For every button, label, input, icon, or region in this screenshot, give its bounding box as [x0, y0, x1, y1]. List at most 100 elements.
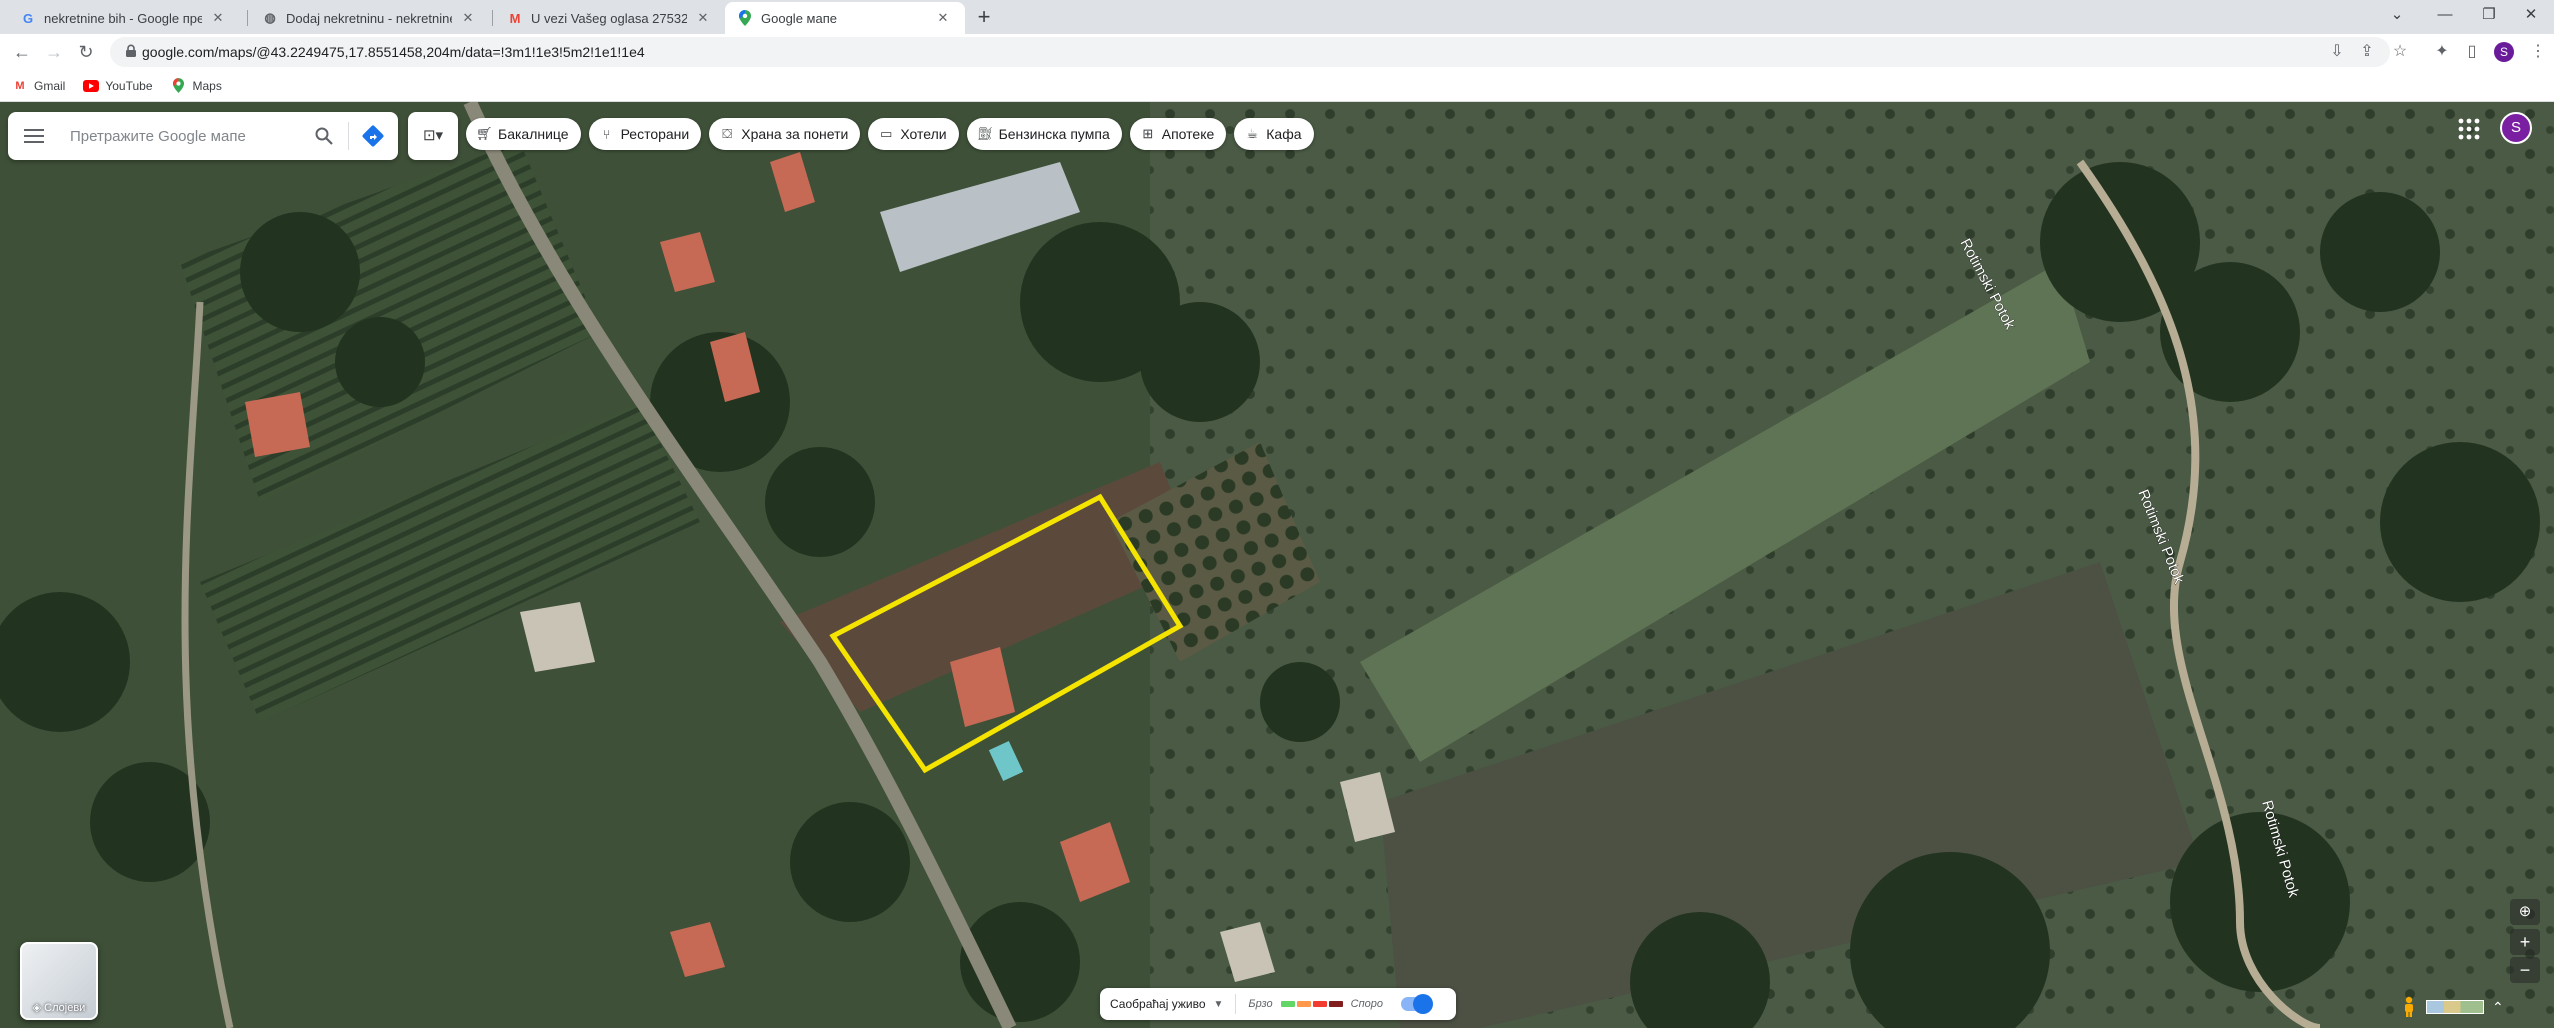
- chip-coffee[interactable]: ☕︎ Кафа: [1234, 118, 1314, 150]
- chip-label: Кафа: [1266, 126, 1302, 142]
- traffic-color-scale: [1280, 1001, 1343, 1007]
- restore-button[interactable]: ❐: [2466, 0, 2512, 34]
- maps-search-box: [8, 112, 398, 160]
- zoom-out-button[interactable]: −: [2510, 957, 2540, 983]
- install-app-icon[interactable]: ⇩: [2325, 40, 2349, 64]
- bookmark-maps[interactable]: Maps: [171, 78, 222, 94]
- chip-groceries[interactable]: 🛒︎ Бакалнице: [466, 118, 581, 150]
- profile-avatar[interactable]: S: [2494, 42, 2514, 62]
- gmail-icon: M: [15, 79, 25, 92]
- new-tab-button[interactable]: +: [970, 4, 998, 32]
- hamburger-menu-icon[interactable]: [24, 126, 44, 146]
- traffic-legend: Саобраћај уживо ▼ Брзо Споро: [1100, 988, 1456, 1020]
- pegman-icon[interactable]: [2400, 996, 2418, 1018]
- my-location-button[interactable]: ⊕: [2510, 899, 2540, 925]
- chip-label: Хотели: [900, 126, 947, 142]
- minimize-button[interactable]: —: [2422, 0, 2468, 34]
- tab-divider: [492, 10, 493, 26]
- address-url: google.com/maps/@43.2249475,17.8551458,2…: [142, 44, 645, 60]
- address-bar[interactable]: google.com/maps/@43.2249475,17.8551458,2…: [110, 37, 2390, 67]
- layers-toggle-tile[interactable]: ◈ Слојеви: [20, 942, 98, 1020]
- traffic-label[interactable]: Саобраћај уживо: [1110, 997, 1206, 1011]
- extensions-icon[interactable]: ✦: [2430, 40, 2454, 64]
- layers-label: ◈ Слојеви: [32, 1002, 86, 1014]
- google-apps-icon[interactable]: [2455, 115, 2483, 143]
- fork-knife-icon: ⑂: [602, 126, 611, 142]
- browser-tab-active[interactable]: Google мапе ✕: [725, 2, 965, 34]
- account-avatar[interactable]: S: [2500, 112, 2532, 144]
- maps-icon: [171, 78, 187, 94]
- chip-hotels[interactable]: ▭ Хотели: [868, 118, 959, 150]
- expand-icon[interactable]: ⌃: [2492, 999, 2504, 1016]
- bookmarks-bar: M Gmail YouTube Maps: [0, 70, 2554, 102]
- bookmark-youtube[interactable]: YouTube: [83, 78, 153, 94]
- kebab-menu-icon[interactable]: ⋮: [2526, 40, 2550, 64]
- chip-label: Апотеке: [1161, 126, 1215, 142]
- browser-tab[interactable]: ◍ Dodaj nekretninu - nekretnine.ba ✕: [250, 2, 490, 34]
- chip-restaurants[interactable]: ⑂ Ресторани: [588, 118, 702, 150]
- chevron-down-icon[interactable]: ▼: [1214, 999, 1224, 1010]
- close-icon[interactable]: ✕: [693, 10, 713, 26]
- reload-button[interactable]: ↻: [72, 38, 100, 66]
- search-input[interactable]: [70, 124, 300, 148]
- close-window-button[interactable]: ✕: [2508, 0, 2554, 34]
- category-chips: 🛒︎ Бакалнице ⑂ Ресторани ⛋ Храна за понети …: [466, 118, 1314, 150]
- lock-icon: [126, 44, 136, 57]
- chip-label: Бакалнице: [498, 126, 569, 142]
- directions-icon[interactable]: [361, 124, 385, 148]
- google-icon: G: [22, 10, 34, 26]
- imagery-thumbnail[interactable]: [2426, 1000, 2484, 1014]
- search-divider: [348, 122, 349, 150]
- bookmark-star-icon[interactable]: ☆: [2388, 40, 2412, 64]
- bottom-right-controls: ⌃: [2400, 996, 2504, 1018]
- traffic-toggle[interactable]: [1401, 994, 1434, 1014]
- browser-toolbar: ← → ↻ google.com/maps/@43.2249475,17.855…: [0, 34, 2554, 70]
- bookmark-label: YouTube: [105, 78, 153, 93]
- map-viewport[interactable]: Rotimski Potok Rotimski Potok Rotimski P…: [0, 102, 2554, 1028]
- traffic-color-swatch: [1296, 1001, 1311, 1007]
- browser-tab[interactable]: G nekretnine bih - Google претраг ✕: [8, 2, 240, 34]
- globe-icon: ◍: [264, 10, 276, 25]
- maps-icon: [737, 10, 753, 26]
- traffic-color-swatch: [1280, 1001, 1295, 1007]
- tab-title: nekretnine bih - Google претраг: [44, 10, 202, 26]
- close-icon[interactable]: ✕: [458, 10, 478, 26]
- tab-strip: G nekretnine bih - Google претраг ✕ ◍ Do…: [0, 0, 2554, 34]
- pharmacy-icon: ⊞: [1142, 126, 1154, 141]
- chip-gas-station[interactable]: ⛽︎ Бензинска пумпа: [966, 118, 1122, 150]
- slow-label: Споро: [1350, 998, 1384, 1010]
- bookmark-label: Maps: [192, 78, 222, 93]
- chip-label: Бензинска пумпа: [998, 126, 1110, 142]
- back-button[interactable]: ←: [8, 38, 36, 66]
- chip-pharmacies[interactable]: ⊞ Апотеке: [1129, 118, 1227, 150]
- layers-dropdown-button[interactable]: ⊡▾: [408, 112, 458, 160]
- forward-button[interactable]: →: [40, 38, 68, 66]
- chip-label: Ресторани: [620, 126, 690, 142]
- chip-takeout[interactable]: ⛋ Храна за понети: [709, 118, 861, 150]
- browser-tab[interactable]: M U vezi Vašeg oglasa 2753257 - sl ✕: [495, 2, 725, 34]
- fast-label: Брзо: [1248, 998, 1273, 1010]
- youtube-icon: [83, 78, 100, 94]
- zoom-in-button[interactable]: +: [2510, 929, 2540, 955]
- layers-icon: ◈: [32, 1002, 45, 1014]
- takeout-bag-icon: ⛋: [722, 126, 733, 141]
- close-icon[interactable]: ✕: [933, 10, 953, 26]
- bookmark-label: Gmail: [34, 78, 66, 93]
- tab-title: Dodaj nekretninu - nekretnine.ba: [286, 10, 452, 26]
- side-panel-icon[interactable]: ▯: [2460, 40, 2484, 64]
- legend-divider: [1235, 994, 1237, 1014]
- tab-divider: [247, 10, 248, 26]
- coffee-icon: ☕︎: [1246, 126, 1259, 141]
- tab-title: U vezi Vašeg oglasa 2753257 - sl: [531, 10, 687, 26]
- close-icon[interactable]: ✕: [208, 10, 228, 26]
- tab-search-icon[interactable]: ⌄: [2374, 0, 2420, 34]
- share-icon[interactable]: ⇪: [2355, 40, 2379, 64]
- search-icon[interactable]: [314, 126, 334, 146]
- bed-icon: ▭: [880, 126, 893, 141]
- cart-icon: 🛒︎: [476, 126, 493, 141]
- bookmark-gmail[interactable]: M Gmail: [12, 78, 65, 94]
- gmail-icon: M: [509, 10, 521, 26]
- chip-label: Храна за понети: [741, 126, 849, 142]
- satellite-imagery: Rotimski Potok Rotimski Potok Rotimski P…: [0, 102, 2554, 1028]
- traffic-color-swatch: [1312, 1001, 1327, 1007]
